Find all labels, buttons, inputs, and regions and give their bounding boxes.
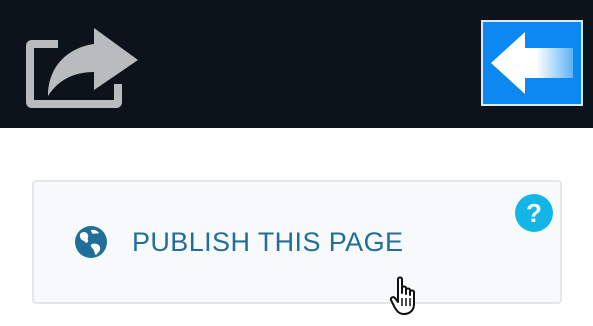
publish-page-label: PUBLISH THIS PAGE <box>132 226 404 257</box>
publish-page-link[interactable]: PUBLISH THIS PAGE <box>74 222 403 262</box>
share-icon[interactable] <box>26 24 142 108</box>
help-icon[interactable]: ? <box>515 194 553 232</box>
hand-pointer-icon <box>389 276 415 315</box>
globe-icon <box>75 226 107 258</box>
publish-card: ? PUBLISH THIS PAGE <box>32 180 562 315</box>
top-toolbar <box>0 0 593 128</box>
back-button[interactable] <box>481 20 583 106</box>
arrow-left-icon <box>491 32 573 94</box>
